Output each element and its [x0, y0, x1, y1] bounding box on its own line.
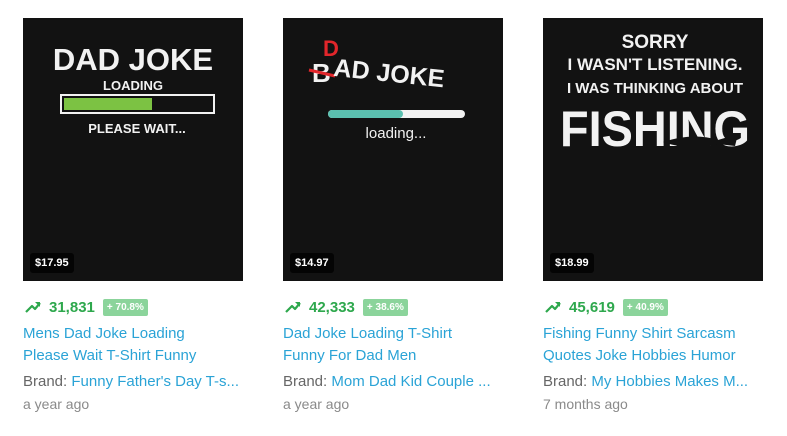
design-line2: LOADING — [103, 78, 163, 93]
design-line2: I WASN'T LISTENING. — [568, 55, 743, 74]
listing-age: a year ago — [283, 396, 350, 412]
product-title-link[interactable]: Dad Joke Loading T-Shirt Funny For Dad M… — [283, 323, 503, 367]
design-line1: DAD JOKE — [53, 42, 213, 77]
brand-link[interactable]: My Hobbies Makes M... — [591, 373, 748, 390]
design-line1-rest: AD JOKE — [332, 54, 445, 93]
product-image[interactable]: DAD JOKE LOADING PLEASE WAIT... $17.95 — [23, 18, 243, 281]
sales-rank-row: 42,333 + 38.6% — [283, 297, 503, 317]
price-badge: $14.97 — [290, 253, 334, 273]
product-title-line2: Funny For Dad Men — [283, 347, 417, 364]
design-line3: PLEASE WAIT... — [88, 121, 186, 136]
trending-up-icon — [285, 302, 301, 313]
product-image[interactable]: D B AD JOKE loading... $14.97 — [283, 18, 503, 281]
trending-up-icon — [545, 302, 561, 313]
product-title-line2: Quotes Joke Hobbies Humor — [543, 347, 736, 364]
design-line1: SORRY — [622, 32, 689, 53]
design-line3: I WAS THINKING ABOUT — [567, 80, 743, 97]
sales-rank: 45,619 — [569, 298, 615, 316]
listing-age: a year ago — [23, 396, 90, 412]
product-title-line1: Mens Dad Joke Loading — [23, 325, 185, 342]
brand-row: Brand: Funny Father's Day T-s... — [23, 373, 243, 390]
brand-row: Brand: Mom Dad Kid Couple ... — [283, 373, 503, 390]
tshirt-design-dad-joke-loading-2: D B AD JOKE loading... — [308, 36, 465, 142]
product-card[interactable]: SORRY I WASN'T LISTENING. I WAS THINKING… — [543, 18, 763, 412]
brand-label: Brand: — [23, 373, 68, 390]
brand-row: Brand: My Hobbies Makes M... — [543, 373, 763, 390]
product-image[interactable]: SORRY I WASN'T LISTENING. I WAS THINKING… — [543, 18, 763, 281]
product-card[interactable]: D B AD JOKE loading... $14.97 42,333 + 3… — [283, 18, 503, 412]
listing-age: 7 months ago — [543, 396, 628, 412]
brand-label: Brand: — [543, 373, 588, 390]
product-title-link[interactable]: Mens Dad Joke Loading Please Wait T-Shir… — [23, 323, 243, 367]
loading-bar-fill — [328, 110, 403, 118]
sales-rank: 42,333 — [309, 298, 355, 316]
product-title-line1: Fishing Funny Shirt Sarcasm — [543, 325, 736, 342]
product-title-line1: Dad Joke Loading T-Shirt — [283, 325, 452, 342]
rank-change-badge: + 38.6% — [362, 298, 408, 316]
brand-link[interactable]: Mom Dad Kid Couple ... — [331, 373, 490, 390]
sales-rank-row: 45,619 + 40.9% — [543, 297, 763, 317]
trending-up-icon — [25, 302, 41, 313]
product-title-link[interactable]: Fishing Funny Shirt Sarcasm Quotes Joke … — [543, 323, 763, 367]
sales-rank: 31,831 — [49, 298, 95, 316]
brand-label: Brand: — [283, 373, 328, 390]
rank-change-badge: + 40.9% — [622, 298, 668, 316]
tshirt-design-fishing: SORRY I WASN'T LISTENING. I WAS THINKING… — [560, 32, 750, 157]
loading-bar-fill — [64, 98, 152, 110]
product-card[interactable]: DAD JOKE LOADING PLEASE WAIT... $17.95 3… — [23, 18, 243, 412]
product-title-line2: Please Wait T-Shirt Funny — [23, 347, 197, 364]
design-line4: FISHING — [560, 101, 750, 157]
design-line2: loading... — [366, 125, 427, 142]
tshirt-design-dad-joke-loading: DAD JOKE LOADING PLEASE WAIT... — [53, 42, 215, 136]
brand-link[interactable]: Funny Father's Day T-s... — [71, 373, 239, 390]
rank-change-badge: + 70.8% — [102, 298, 148, 316]
price-badge: $17.95 — [30, 253, 74, 273]
sales-rank-row: 31,831 + 70.8% — [23, 297, 243, 317]
price-badge: $18.99 — [550, 253, 594, 273]
